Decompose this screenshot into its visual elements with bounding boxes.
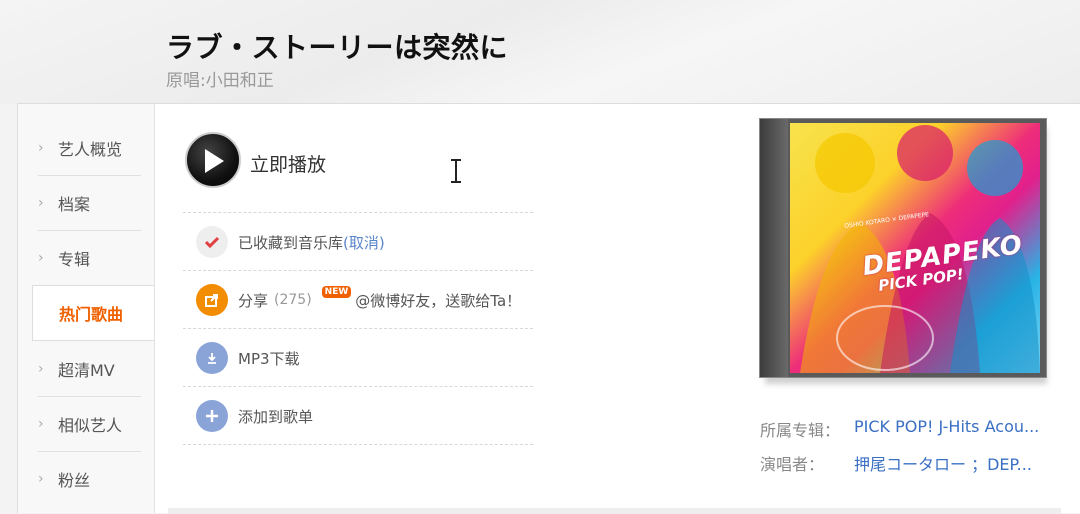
check-icon[interactable] <box>196 226 228 258</box>
plus-icon[interactable] <box>196 400 228 432</box>
share-count: (275) <box>274 292 312 308</box>
cancel-collect-link[interactable]: (取消) <box>343 232 385 253</box>
content-panel: › 艺人概览 › 档案 › 专辑 热门歌曲 › 超清MV › 相似艺人 › 粉丝 <box>17 103 1080 514</box>
add-to-playlist-label: 添加到歌单 <box>238 407 314 426</box>
sidebar-item-label: 粉丝 <box>58 470 91 490</box>
sidebar-item-hot-songs[interactable]: 热门歌曲 <box>32 285 154 341</box>
collected-label: 已收藏到音乐库 <box>238 233 344 252</box>
divider <box>183 444 533 445</box>
mp3-download-label: MP3下载 <box>238 349 300 368</box>
mp3-download-row[interactable]: MP3下载 <box>196 342 300 374</box>
add-to-playlist-row[interactable]: 添加到歌单 <box>196 400 313 432</box>
sidebar-item-hd-mv[interactable]: › 超清MV <box>38 341 141 397</box>
cd-case: OSHIO KOTARO × DEPAPEPE DEPAPEKO PICK PO… <box>759 118 1047 378</box>
header-background <box>0 0 1080 104</box>
sidebar-item-label: 相似艺人 <box>58 415 123 435</box>
share-weibo-link[interactable]: @微博好友，送歌给Ta！ <box>355 290 521 311</box>
sidebar-item-albums[interactable]: › 专辑 <box>38 230 141 286</box>
sidebar-item-label: 艺人概览 <box>58 139 123 159</box>
divider <box>183 212 533 213</box>
chevron-right-icon: › <box>38 139 44 156</box>
text-cursor-icon <box>451 159 461 183</box>
chevron-right-icon: › <box>38 249 44 266</box>
sidebar-item-overview[interactable]: › 艺人概览 <box>38 120 141 176</box>
chevron-right-icon: › <box>38 415 44 432</box>
download-icon[interactable] <box>196 342 228 374</box>
divider <box>183 386 533 387</box>
chevron-right-icon: › <box>38 470 44 487</box>
song-title: ラブ・ストーリーは突然に <box>166 31 509 64</box>
share-row: 分享 (275) NEW @微博好友，送歌给Ta！ <box>196 284 521 316</box>
sidebar-item-similar-artists[interactable]: › 相似艺人 <box>38 396 141 452</box>
chevron-right-icon: › <box>38 194 44 211</box>
album-label: 所属专辑： <box>760 421 841 440</box>
bottom-strip <box>168 508 1061 514</box>
play-button[interactable] <box>185 132 241 188</box>
new-badge: NEW <box>321 286 352 298</box>
sidebar-item-label: 超清MV <box>58 360 115 380</box>
album-link[interactable]: PICK POP! J-Hits Acou... <box>854 417 1039 436</box>
collected-row: 已收藏到音乐库 (取消) <box>196 226 385 258</box>
singer-label: 演唱者： <box>760 455 825 474</box>
sidebar-item-profile[interactable]: › 档案 <box>38 175 141 231</box>
sidebar-item-label: 专辑 <box>58 249 91 269</box>
sidebar-item-fans[interactable]: › 粉丝 <box>38 451 141 506</box>
sidebar: › 艺人概览 › 档案 › 专辑 热门歌曲 › 超清MV › 相似艺人 › 粉丝 <box>18 104 155 513</box>
divider <box>183 328 533 329</box>
play-icon <box>205 149 224 173</box>
album-cover[interactable]: OSHIO KOTARO × DEPAPEPE DEPAPEKO PICK PO… <box>759 118 1047 384</box>
share-icon[interactable] <box>196 284 228 316</box>
sidebar-item-label: 热门歌曲 <box>59 305 124 324</box>
play-now-label[interactable]: 立即播放 <box>250 150 326 177</box>
share-button[interactable]: 分享 <box>238 290 268 311</box>
cd-spine <box>760 119 788 377</box>
album-art: OSHIO KOTARO × DEPAPEPE DEPAPEKO PICK PO… <box>790 123 1040 373</box>
chevron-right-icon: › <box>38 360 44 377</box>
divider <box>183 270 533 271</box>
sidebar-item-label: 档案 <box>58 194 91 214</box>
singer-link[interactable]: 押尾コータロー ；DEP... <box>854 451 1032 475</box>
song-original-artist: 原唱:小田和正 <box>166 71 274 91</box>
